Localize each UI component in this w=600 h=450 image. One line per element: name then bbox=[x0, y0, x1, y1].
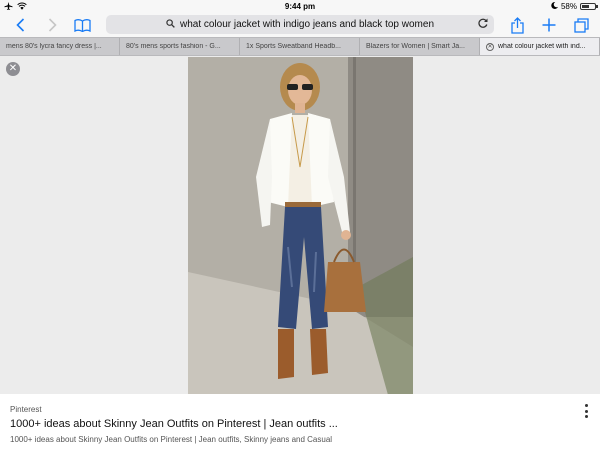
tab-4[interactable]: ✕ what colour jacket with ind... bbox=[480, 38, 600, 55]
result-photo[interactable] bbox=[188, 57, 413, 395]
bookmarks-icon bbox=[73, 18, 91, 32]
tab-label: 1x Sports Sweatband Headb... bbox=[246, 43, 341, 50]
reload-icon[interactable] bbox=[478, 18, 488, 32]
photo-illustration bbox=[188, 57, 413, 395]
tab-bar: mens 80's lycra fancy dress |... 80's men… bbox=[0, 37, 600, 56]
back-icon bbox=[15, 18, 24, 32]
battery-text: 58% bbox=[560, 2, 577, 11]
share-button[interactable] bbox=[508, 15, 526, 35]
more-options-icon[interactable] bbox=[582, 404, 590, 418]
tab-label: what colour jacket with ind... bbox=[498, 43, 586, 50]
result-title[interactable]: 1000+ ideas about Skinny Jean Outfits on… bbox=[10, 418, 338, 430]
tabs-button[interactable] bbox=[572, 15, 590, 35]
address-bar[interactable]: what colour jacket with indigo jeans and… bbox=[106, 15, 494, 34]
moon-icon bbox=[551, 1, 558, 11]
image-viewer: ✕ bbox=[0, 56, 600, 395]
result-description: 1000+ ideas about Skinny Jean Outfits on… bbox=[10, 435, 333, 444]
share-icon bbox=[510, 16, 524, 34]
tab-2[interactable]: 1x Sports Sweatband Headb... bbox=[240, 38, 360, 55]
browser-toolbar: what colour jacket with indigo jeans and… bbox=[0, 13, 600, 37]
tab-close-icon[interactable]: ✕ bbox=[486, 42, 494, 51]
new-tab-button[interactable] bbox=[540, 15, 558, 35]
tab-3[interactable]: Blazers for Women | Smart Ja... bbox=[360, 38, 480, 55]
result-card[interactable]: Pinterest 1000+ ideas about Skinny Jean … bbox=[0, 394, 600, 450]
battery-icon bbox=[580, 3, 598, 10]
tab-1[interactable]: 80's mens sports fashion - G... bbox=[120, 38, 240, 55]
tabs-icon bbox=[573, 17, 589, 33]
forward-icon bbox=[48, 18, 57, 32]
new-tab-icon bbox=[542, 18, 556, 32]
status-bar: 9:44 pm 58% bbox=[0, 0, 600, 13]
address-text: what colour jacket with indigo jeans and… bbox=[179, 19, 435, 30]
search-icon bbox=[166, 18, 175, 31]
bookmarks-button[interactable] bbox=[72, 15, 92, 35]
forward-button[interactable] bbox=[44, 15, 60, 35]
back-button[interactable] bbox=[12, 15, 28, 35]
tab-label: 80's mens sports fashion - G... bbox=[126, 43, 221, 50]
status-time: 9:44 pm bbox=[284, 2, 316, 11]
close-icon[interactable]: ✕ bbox=[6, 62, 20, 76]
tab-label: Blazers for Women | Smart Ja... bbox=[366, 43, 465, 50]
battery-fill bbox=[582, 5, 589, 8]
status-right: 58% bbox=[551, 1, 598, 11]
tab-label: mens 80's lycra fancy dress |... bbox=[6, 43, 102, 50]
result-source: Pinterest bbox=[10, 405, 42, 414]
tab-0[interactable]: mens 80's lycra fancy dress |... bbox=[0, 38, 120, 55]
